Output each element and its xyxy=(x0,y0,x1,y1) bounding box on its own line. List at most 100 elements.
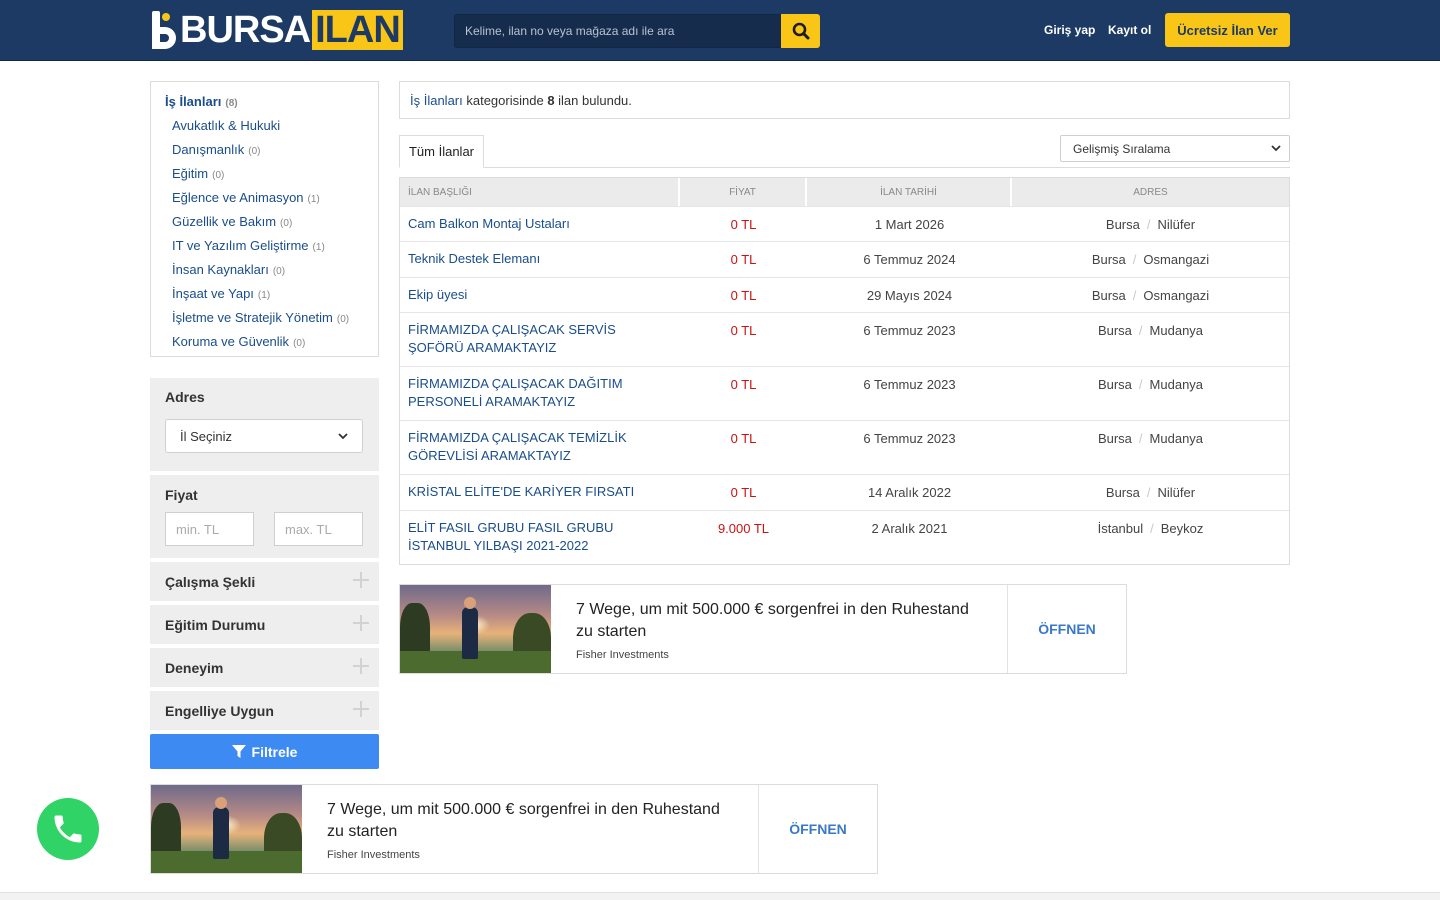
listing-title-link[interactable]: ELİT FASIL GRUBU FASIL GRUBU İSTANBUL YI… xyxy=(400,511,680,564)
filter-title: Deneyim xyxy=(165,660,224,676)
table-row[interactable]: FİRMAMIZDA ÇALIŞACAK TEMİZLİK GÖREVLİSİ … xyxy=(400,420,1289,474)
result-category-link[interactable]: İş İlanları xyxy=(410,93,463,108)
min-price-input[interactable] xyxy=(165,512,254,546)
column-header-address[interactable]: ADRES xyxy=(1012,178,1289,206)
advertisement-banner[interactable]: 7 Wege, um mit 500.000 € sorgenfrei in d… xyxy=(150,784,878,874)
site-logo[interactable]: BURSA ILAN xyxy=(150,10,403,50)
whatsapp-button[interactable] xyxy=(37,798,99,860)
column-header-price[interactable]: FİYAT xyxy=(680,178,807,206)
table-row[interactable]: FİRMAMIZDA ÇALIŞACAK DAĞITIM PERSONELİ A… xyxy=(400,366,1289,420)
category-label: Danışmanlık xyxy=(172,142,245,157)
column-header-date[interactable]: İLAN TARİHİ xyxy=(807,178,1012,206)
category-item[interactable]: İnşaat ve Yapı (1) xyxy=(172,286,270,301)
filter-button[interactable]: Filtrele xyxy=(150,734,379,769)
login-link[interactable]: Giriş yap xyxy=(1044,23,1095,37)
max-price-input[interactable] xyxy=(274,512,363,546)
result-text: kategorisinde xyxy=(462,93,548,108)
listing-date: 2 Aralık 2021 xyxy=(871,521,948,536)
listing-title-link[interactable]: KRİSTAL ELİTE'DE KARİYER FIRSATI xyxy=(400,475,680,510)
post-free-ad-button[interactable]: Ücretsiz İlan Ver xyxy=(1165,13,1290,47)
listing-district: Osmangazi xyxy=(1143,288,1210,303)
listing-district: Mudanya xyxy=(1149,323,1204,338)
price-filter: Fiyat xyxy=(150,475,379,558)
category-item[interactable]: İnsan Kaynakları (0) xyxy=(172,262,285,277)
ad-image xyxy=(400,585,551,673)
education-filter[interactable]: Eğitim Durumu xyxy=(150,605,379,644)
ad-text: 7 Wege, um mit 500.000 € sorgenfrei in d… xyxy=(302,785,759,873)
search-icon xyxy=(792,22,809,40)
work-type-filter[interactable]: Çalışma Şekli xyxy=(150,562,379,601)
category-item[interactable]: Eğlence ve Animasyon (1) xyxy=(172,190,320,205)
category-list: İş İlanları (8) Avukatlık & Hukuki Danışm… xyxy=(150,81,379,357)
category-label: Eğitim xyxy=(172,166,209,181)
listing-city: Bursa xyxy=(1105,485,1140,500)
listing-title-link[interactable]: Cam Balkon Montaj Ustaları xyxy=(400,207,680,241)
search-bar xyxy=(454,14,820,48)
category-item[interactable]: Danışmanlık (0) xyxy=(172,142,260,157)
listing-date: 1 Mart 2026 xyxy=(874,217,945,232)
result-summary: İş İlanları kategorisinde 8 ilan bulundu… xyxy=(399,81,1290,119)
listing-price: 0 TL xyxy=(730,377,757,392)
listing-title-link[interactable]: Teknik Destek Elemanı xyxy=(400,242,680,277)
listing-price: 0 TL xyxy=(730,431,757,446)
category-count: (1) xyxy=(307,194,320,205)
search-input[interactable] xyxy=(454,14,781,48)
tab-all-listings[interactable]: Tüm İlanlar xyxy=(399,135,484,168)
column-header-title[interactable]: İLAN BAŞLIĞI xyxy=(400,178,680,206)
category-item[interactable]: Eğitim (0) xyxy=(172,166,224,181)
experience-filter[interactable]: Deneyim xyxy=(150,648,379,687)
footer-divider xyxy=(0,892,1440,900)
listing-address: Bursa / Mudanya xyxy=(1012,313,1289,366)
listing-title-link[interactable]: FİRMAMIZDA ÇALIŞACAK SERVİS ŞOFÖRÜ ARAMA… xyxy=(400,313,680,366)
listing-price: 0 TL xyxy=(730,252,757,267)
category-item[interactable]: IT ve Yazılım Geliştirme (1) xyxy=(172,238,325,253)
category-count: (0) xyxy=(280,218,293,229)
plus-icon xyxy=(353,658,369,674)
listing-city: Bursa xyxy=(1097,377,1132,392)
ad-title: 7 Wege, um mit 500.000 € sorgenfrei in d… xyxy=(576,601,969,640)
listing-address: Bursa / Nilüfer xyxy=(1012,207,1289,241)
category-label: Avukatlık & Hukuki xyxy=(172,118,281,133)
listing-price: 0 TL xyxy=(730,288,757,303)
listing-title-link[interactable]: Ekip üyesi xyxy=(400,278,680,312)
price-filter-title: Fiyat xyxy=(165,487,198,503)
listing-address: Bursa / Mudanya xyxy=(1012,367,1289,420)
category-item[interactable]: İşletme ve Stratejik Yönetim (0) xyxy=(172,310,349,325)
sort-select[interactable]: Gelişmiş Sıralama xyxy=(1060,135,1290,162)
category-count: (1) xyxy=(257,290,271,301)
ad-image xyxy=(151,785,302,873)
listing-district: Mudanya xyxy=(1149,377,1204,392)
table-row[interactable]: Teknik Destek Elemanı 0 TL 6 Temmuz 2024… xyxy=(400,241,1289,277)
table-row[interactable]: Ekip üyesi 0 TL 29 Mayıs 2024 Bursa / Osma… xyxy=(400,277,1289,312)
listing-address: Bursa / Mudanya xyxy=(1012,421,1289,474)
category-root-label: İş İlanları xyxy=(165,94,222,109)
listing-district: Nilüfer xyxy=(1157,217,1196,232)
ad-open-button[interactable]: ÖFFNEN xyxy=(759,785,877,873)
filter-title: Çalışma Şekli xyxy=(165,574,256,590)
table-row[interactable]: ELİT FASIL GRUBU FASIL GRUBU İSTANBUL YI… xyxy=(400,510,1289,564)
plus-icon xyxy=(353,701,369,717)
province-select[interactable]: İl Seçiniz xyxy=(165,419,363,453)
category-item[interactable]: Avukatlık & Hukuki xyxy=(172,118,284,133)
listing-title-link[interactable]: FİRMAMIZDA ÇALIŞACAK DAĞITIM PERSONELİ A… xyxy=(400,367,680,420)
category-item[interactable]: Koruma ve Güvenlik (0) xyxy=(172,334,305,349)
listing-address: İstanbul / Beykoz xyxy=(1012,511,1289,564)
listing-city: Bursa xyxy=(1091,252,1126,267)
register-link[interactable]: Kayıt ol xyxy=(1108,23,1151,37)
table-row[interactable]: KRİSTAL ELİTE'DE KARİYER FIRSATI 0 TL 14… xyxy=(400,474,1289,510)
category-root[interactable]: İş İlanları (8) xyxy=(165,94,238,109)
table-row[interactable]: Cam Balkon Montaj Ustaları 0 TL 1 Mart 2… xyxy=(400,206,1289,241)
result-suffix: ilan bulundu. xyxy=(554,93,632,108)
advertisement-banner[interactable]: 7 Wege, um mit 500.000 € sorgenfrei in d… xyxy=(399,584,1127,674)
table-row[interactable]: FİRMAMIZDA ÇALIŞACAK SERVİS ŞOFÖRÜ ARAMA… xyxy=(400,312,1289,366)
category-count: (0) xyxy=(272,266,286,277)
listing-date: 6 Temmuz 2023 xyxy=(863,323,956,338)
phone-icon xyxy=(54,815,82,843)
search-button[interactable] xyxy=(781,14,820,48)
listing-title-link[interactable]: FİRMAMIZDA ÇALIŞACAK TEMİZLİK GÖREVLİSİ … xyxy=(400,421,680,474)
accessibility-filter[interactable]: Engelliye Uygun xyxy=(150,691,379,730)
ad-open-button[interactable]: ÖFFNEN xyxy=(1008,585,1126,673)
listing-price: 0 TL xyxy=(730,323,757,338)
listing-district: Mudanya xyxy=(1149,431,1204,446)
category-item[interactable]: Güzellik ve Bakım (0) xyxy=(172,214,292,229)
